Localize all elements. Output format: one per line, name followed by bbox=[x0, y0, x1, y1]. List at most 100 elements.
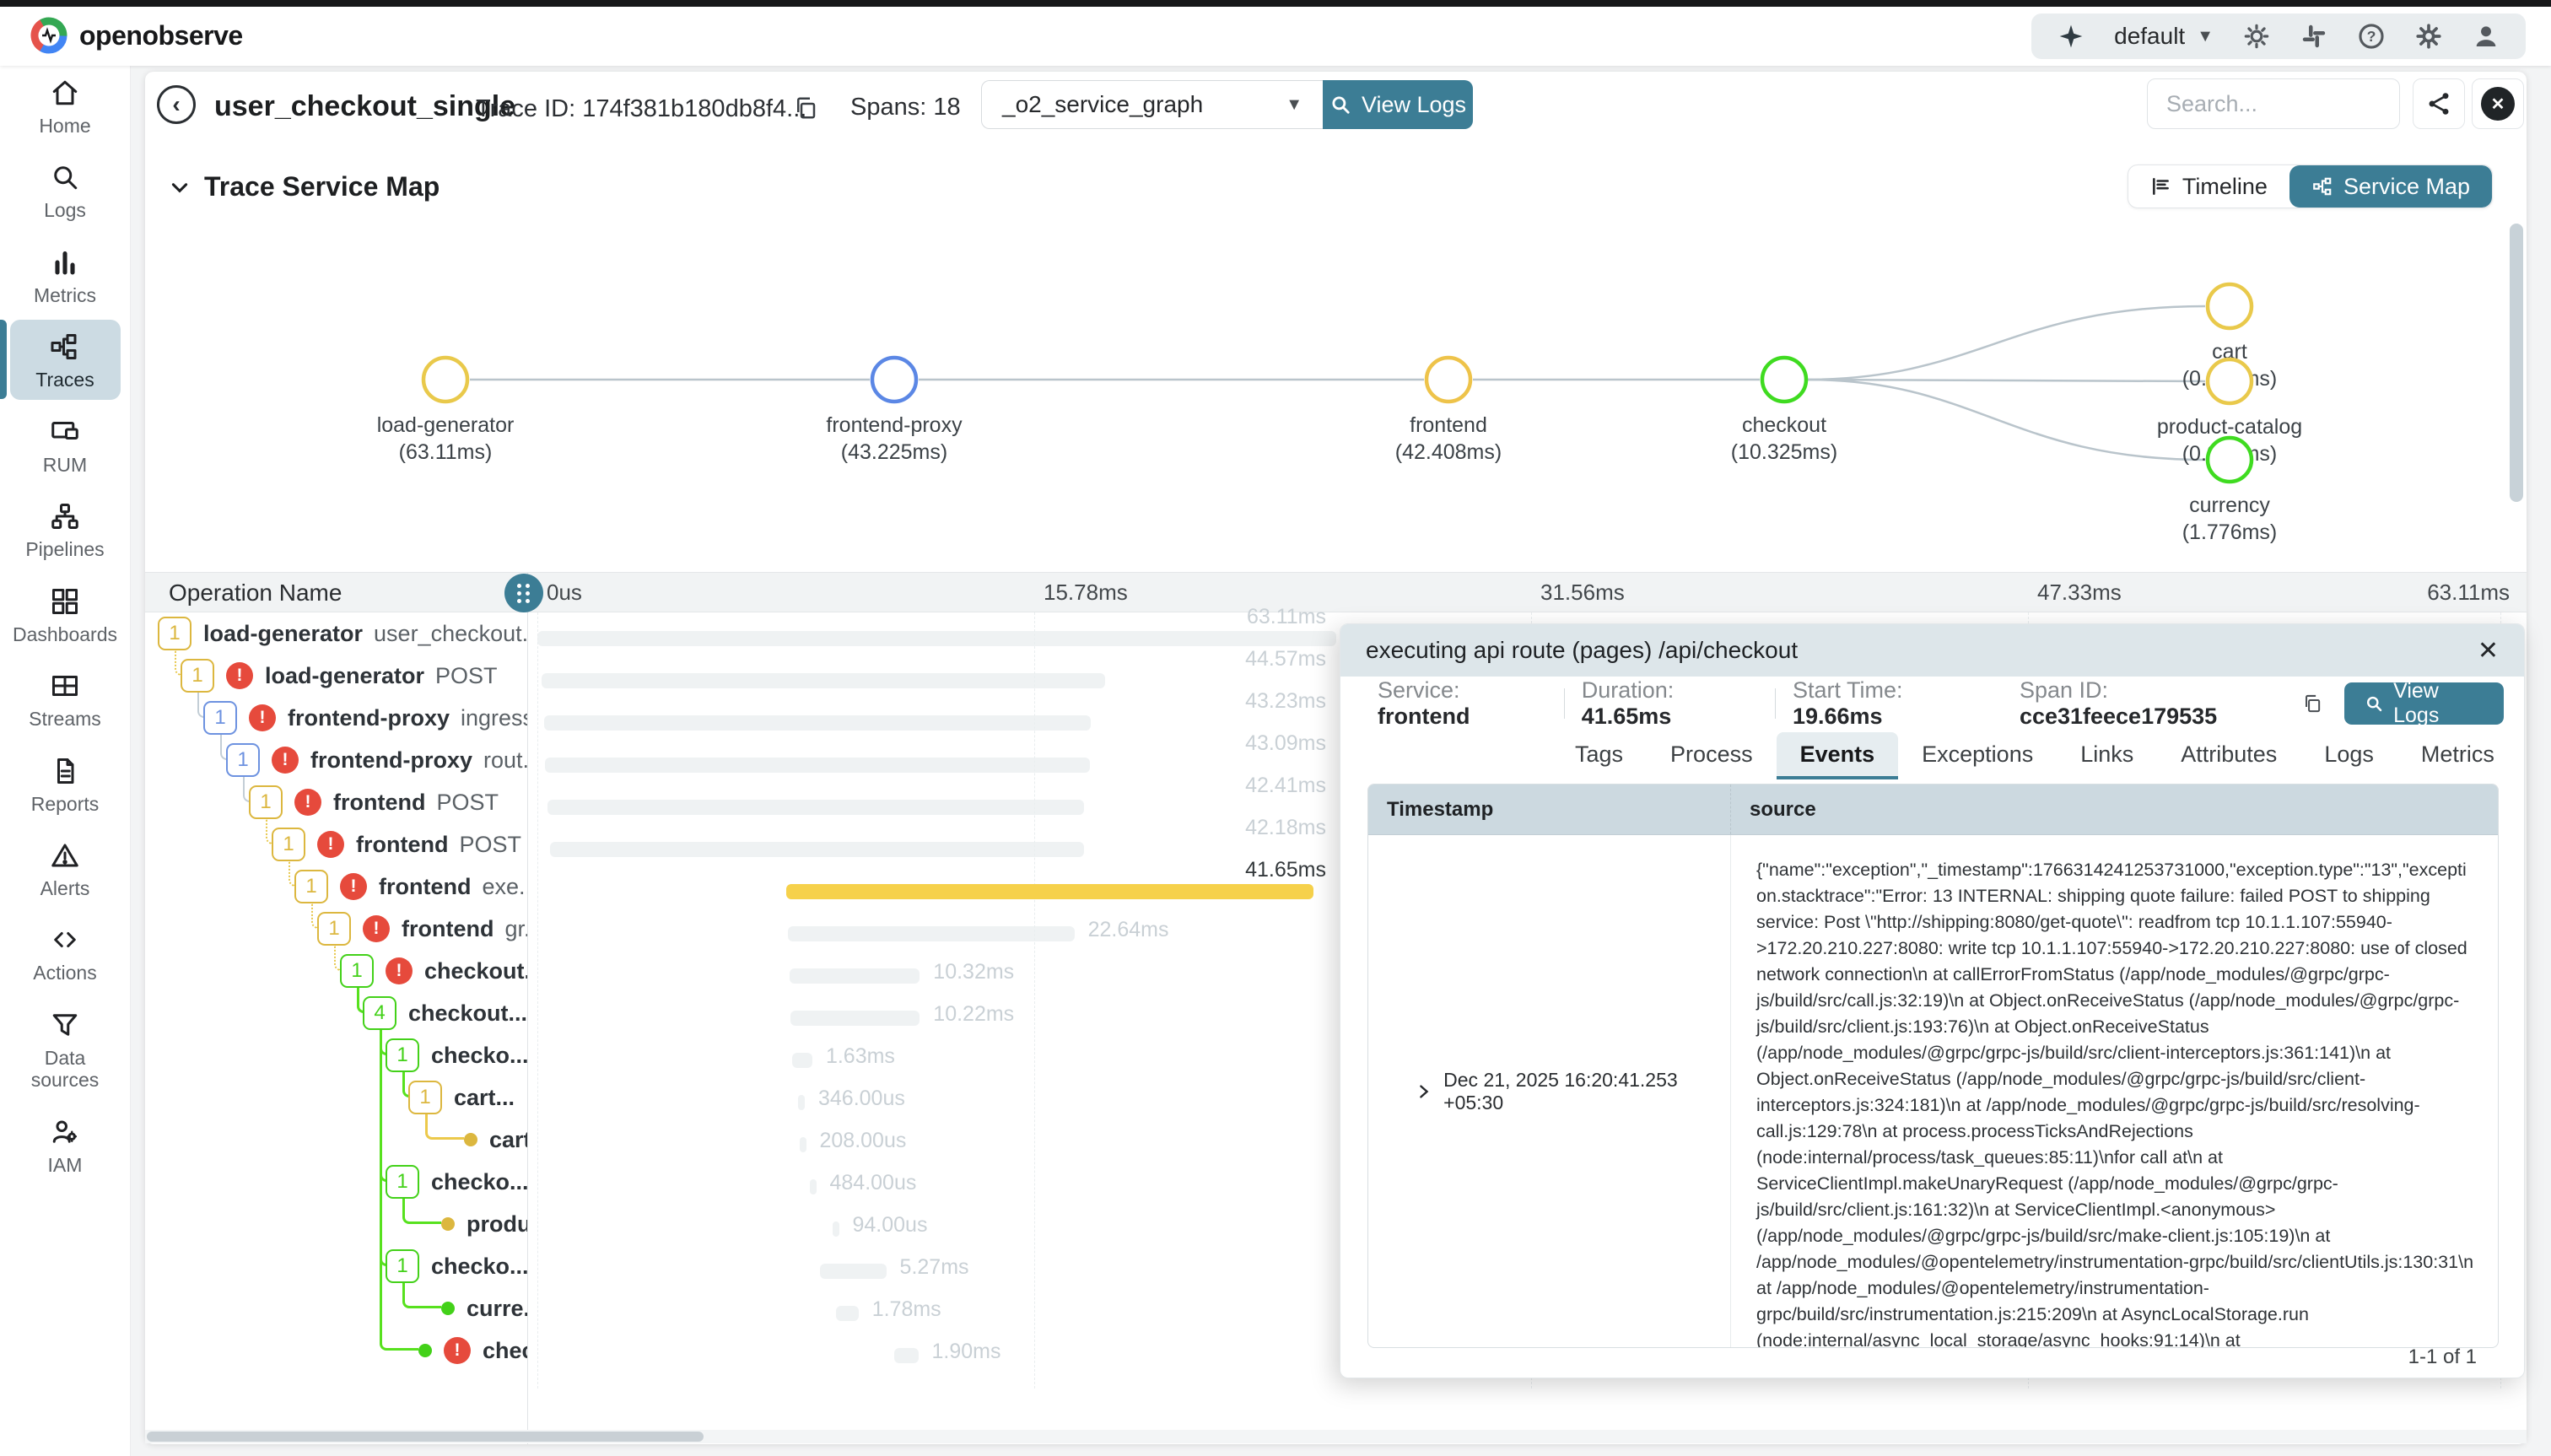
share-button[interactable] bbox=[2413, 78, 2465, 129]
close-trace-button[interactable]: ✕ bbox=[2472, 78, 2524, 129]
span-bar[interactable] bbox=[820, 1264, 887, 1279]
span-bar[interactable] bbox=[790, 1011, 920, 1026]
span-bar[interactable] bbox=[547, 800, 1084, 815]
events-table: Timestamp source Dec 21, 2025 16:20:41.2… bbox=[1367, 784, 2499, 1348]
span-bar[interactable] bbox=[800, 1137, 806, 1152]
user-profile-icon[interactable] bbox=[2472, 22, 2500, 51]
span-view-logs-button[interactable]: View Logs bbox=[2344, 682, 2504, 725]
span-bar[interactable] bbox=[810, 1179, 817, 1194]
child-count-badge[interactable]: 1 bbox=[181, 659, 214, 693]
span-bar[interactable] bbox=[894, 1348, 919, 1363]
child-count-badge[interactable]: 1 bbox=[386, 1038, 419, 1072]
span-row[interactable]: 1!load-generatorPOST bbox=[181, 655, 498, 697]
event-row[interactable]: Dec 21, 2025 16:20:41.253 +05:30 {"name"… bbox=[1368, 835, 2498, 1348]
sidebar-item-home[interactable]: Home bbox=[10, 66, 121, 145]
view-logs-button[interactable]: View Logs bbox=[1323, 80, 1473, 129]
copy-span-id-icon[interactable] bbox=[2302, 693, 2322, 715]
horizontal-scrollbar[interactable] bbox=[147, 1432, 704, 1442]
sidebar-item-dashboards[interactable]: Dashboards bbox=[10, 574, 121, 654]
expand-chevron-icon[interactable] bbox=[1416, 1083, 1432, 1100]
column-resize-handle[interactable] bbox=[504, 574, 543, 612]
search-input[interactable] bbox=[2166, 91, 2381, 117]
sidebar-item-traces[interactable]: Traces bbox=[10, 320, 121, 399]
tab-tags[interactable]: Tags bbox=[1551, 732, 1647, 779]
span-row[interactable]: 1!frontend-proxyrout... bbox=[226, 739, 527, 781]
span-row[interactable]: 1checko... bbox=[386, 1161, 527, 1203]
tab-events[interactable]: Events bbox=[1777, 732, 1899, 779]
theme-toggle-icon[interactable] bbox=[2242, 22, 2271, 51]
vertical-scrollbar[interactable] bbox=[2510, 224, 2523, 502]
span-row[interactable]: 1!frontendgr... bbox=[317, 908, 527, 950]
back-button[interactable]: ‹ bbox=[157, 85, 196, 124]
sidebar-item-rum[interactable]: RUM bbox=[10, 405, 121, 484]
child-count-badge[interactable]: 1 bbox=[158, 617, 191, 650]
span-row[interactable]: 1load-generatoruser_checkout... bbox=[158, 612, 527, 655]
child-count-badge[interactable]: 1 bbox=[386, 1249, 419, 1283]
child-count-badge[interactable]: 1 bbox=[249, 785, 283, 819]
child-count-badge[interactable]: 1 bbox=[408, 1081, 442, 1114]
span-bar[interactable] bbox=[544, 715, 1091, 731]
tab-process[interactable]: Process bbox=[1647, 732, 1777, 779]
span-row[interactable]: !check... bbox=[408, 1329, 527, 1372]
settings-gear-icon[interactable] bbox=[2414, 22, 2443, 51]
copy-trace-id-icon[interactable] bbox=[793, 95, 820, 122]
span-row[interactable]: 1!checkout... bbox=[340, 950, 527, 992]
span-bar[interactable] bbox=[790, 968, 920, 984]
span-row[interactable]: 1checko... bbox=[386, 1034, 527, 1076]
tab-metrics[interactable]: Metrics bbox=[2397, 732, 2518, 779]
span-bar[interactable] bbox=[798, 1095, 805, 1110]
span-bar[interactable] bbox=[545, 758, 1090, 773]
span-row[interactable]: 1!frontendexe... bbox=[294, 866, 527, 908]
span-bar[interactable] bbox=[833, 1221, 839, 1237]
sidebar-item-reports[interactable]: Reports bbox=[10, 744, 121, 823]
sidebar-item-logs[interactable]: Logs bbox=[10, 150, 121, 229]
error-icon: ! bbox=[226, 662, 253, 689]
sidebar-item-data-sources[interactable]: Data sources bbox=[10, 998, 121, 1100]
child-count-badge[interactable]: 1 bbox=[203, 701, 237, 735]
child-count-badge[interactable]: 1 bbox=[340, 954, 374, 988]
error-icon: ! bbox=[340, 873, 367, 900]
child-count-badge[interactable]: 1 bbox=[294, 870, 328, 903]
sidebar-item-actions[interactable]: Actions bbox=[10, 913, 121, 992]
span-row[interactable]: 1!frontendPOST ... bbox=[272, 823, 527, 866]
span-row[interactable]: 1checko... bbox=[386, 1245, 527, 1287]
child-count-badge[interactable]: 1 bbox=[386, 1165, 419, 1199]
tab-attributes[interactable]: Attributes bbox=[2157, 732, 2300, 779]
ai-sparkle-icon[interactable] bbox=[2057, 22, 2085, 51]
span-row[interactable]: curre... bbox=[431, 1287, 527, 1329]
close-icon[interactable]: ✕ bbox=[2478, 636, 2499, 666]
span-bar[interactable] bbox=[792, 1053, 812, 1068]
sidebar-item-streams[interactable]: Streams bbox=[10, 659, 121, 738]
span-bar[interactable] bbox=[537, 631, 1336, 646]
tab-links[interactable]: Links bbox=[2057, 732, 2157, 779]
span-row[interactable]: 4checkout... bbox=[363, 992, 527, 1034]
span-operation-name: POST bbox=[436, 790, 499, 816]
selected-span-bar[interactable] bbox=[786, 884, 1313, 899]
service-map-graph[interactable]: load-generator (63.11ms) frontend-proxy … bbox=[145, 198, 2527, 561]
span-bar[interactable] bbox=[550, 842, 1084, 857]
slack-icon[interactable] bbox=[2300, 22, 2328, 51]
child-count-badge[interactable]: 1 bbox=[272, 828, 305, 861]
stream-select[interactable]: _o2_service_graph ▼ bbox=[981, 80, 1323, 129]
tab-logs[interactable]: Logs bbox=[2300, 732, 2397, 779]
dashboards-icon bbox=[50, 586, 80, 617]
span-operation-name: POST ... bbox=[459, 832, 527, 858]
org-selector[interactable]: default ▼ bbox=[2114, 23, 2214, 50]
search-icon bbox=[1329, 94, 1351, 116]
span-row[interactable]: cart... bbox=[454, 1119, 527, 1161]
span-bar[interactable] bbox=[836, 1306, 859, 1321]
child-count-badge[interactable]: 4 bbox=[363, 996, 396, 1030]
span-row[interactable]: 1!frontendPOST bbox=[249, 781, 499, 823]
child-count-badge[interactable]: 1 bbox=[317, 912, 351, 946]
child-count-badge[interactable]: 1 bbox=[226, 743, 260, 777]
sidebar-item-alerts[interactable]: Alerts bbox=[10, 828, 121, 908]
span-row[interactable]: produ... bbox=[431, 1203, 527, 1245]
sidebar-item-iam[interactable]: IAM bbox=[10, 1105, 121, 1184]
tab-exceptions[interactable]: Exceptions bbox=[1898, 732, 2057, 779]
span-bar[interactable] bbox=[788, 926, 1075, 941]
sidebar-item-metrics[interactable]: Metrics bbox=[10, 235, 121, 315]
help-icon[interactable]: ? bbox=[2357, 22, 2386, 51]
span-bar[interactable] bbox=[542, 673, 1106, 688]
span-row[interactable]: 1!frontend-proxyingress bbox=[203, 697, 527, 739]
sidebar-item-pipelines[interactable]: Pipelines bbox=[10, 489, 121, 569]
